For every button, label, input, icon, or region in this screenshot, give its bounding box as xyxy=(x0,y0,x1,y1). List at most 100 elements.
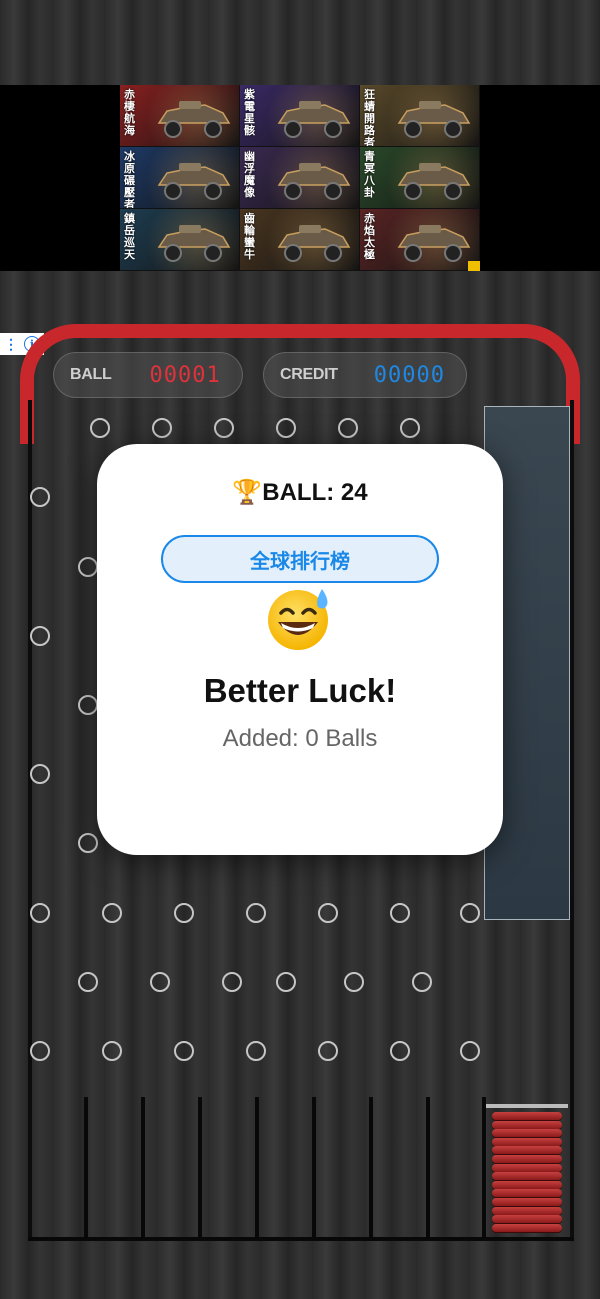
peg xyxy=(338,418,358,438)
peg xyxy=(150,972,170,992)
board-right-wall xyxy=(570,400,574,1240)
ad-badge xyxy=(468,261,480,271)
ball-counter-value: 00001 xyxy=(149,362,221,388)
peg xyxy=(30,1041,50,1061)
peg xyxy=(78,557,98,577)
peg xyxy=(152,418,172,438)
ad-tile-label: 青冥八卦 xyxy=(364,150,375,199)
kebab-menu-icon[interactable]: ⋮ xyxy=(4,337,18,351)
bin-divider xyxy=(369,1097,373,1237)
peg xyxy=(174,1041,194,1061)
ad-tile[interactable]: 幽浮魔像 xyxy=(240,147,360,209)
spring-coil xyxy=(492,1172,562,1181)
plunger-cap xyxy=(486,1104,568,1108)
ad-banner[interactable]: 赤棲航海 紫電星骸 狂蜻開路者冰原碾壓者 幽浮魔像 青冥八卦鎮岳巡天 齒輪蠻牛 赤焰太極 ⋮… xyxy=(0,85,600,355)
peg xyxy=(390,1041,410,1061)
spring-coil xyxy=(492,1137,562,1146)
ad-tile-label: 赤焰太極 xyxy=(364,212,375,261)
plunger-spring[interactable] xyxy=(486,1104,568,1234)
spring-coil xyxy=(492,1180,562,1189)
vehicle-image xyxy=(157,163,231,200)
peg xyxy=(102,903,122,923)
spring-coil xyxy=(492,1155,562,1163)
ad-tile-label: 冰原碾壓者 xyxy=(124,150,135,209)
ad-tile[interactable]: 赤棲航海 xyxy=(120,85,240,147)
spring-coil xyxy=(492,1215,562,1224)
peg xyxy=(78,695,98,715)
ball-score: BALL: 24 xyxy=(262,479,368,506)
ad-tile[interactable]: 鎮岳巡天 xyxy=(120,209,240,271)
credit-counter-value: 00000 xyxy=(373,362,445,388)
peg xyxy=(102,1041,122,1061)
ad-tile[interactable]: 冰原碾壓者 xyxy=(120,147,240,209)
vehicle-image xyxy=(397,101,471,138)
ad-grid[interactable]: 赤棲航海 紫電星骸 狂蜻開路者冰原碾壓者 幽浮魔像 青冥八卦鎮岳巡天 齒輪蠻牛 赤焰太極 xyxy=(120,85,480,271)
board-floor xyxy=(28,1237,574,1241)
vehicle-image xyxy=(157,101,231,138)
peg xyxy=(344,972,364,992)
result-subtitle: Added: 0 Balls xyxy=(222,725,378,752)
peg xyxy=(30,903,50,923)
ball-counter: BALL 00001 xyxy=(53,352,243,398)
vehicle-image xyxy=(277,225,351,262)
peg xyxy=(400,418,420,438)
spring-coil xyxy=(492,1120,562,1129)
ad-tile-label: 狂蜻開路者 xyxy=(364,88,375,147)
peg xyxy=(276,972,296,992)
credit-counter: CREDIT 00000 xyxy=(263,352,467,398)
ad-tile-label: 赤棲航海 xyxy=(124,88,135,137)
board-left-wall xyxy=(28,400,32,1240)
peg xyxy=(214,418,234,438)
ad-tile[interactable]: 狂蜻開路者 xyxy=(360,85,480,147)
vehicle-image xyxy=(397,225,471,262)
vehicle-image xyxy=(277,163,351,200)
dialog-header: 🏆BALL: 24 xyxy=(97,478,503,507)
vehicle-image xyxy=(397,163,471,200)
bin-divider xyxy=(255,1097,259,1237)
ad-tile[interactable]: 青冥八卦 xyxy=(360,147,480,209)
peg xyxy=(318,903,338,923)
ball-counter-label: BALL xyxy=(70,366,112,383)
vehicle-image xyxy=(277,101,351,138)
spring-coil xyxy=(492,1146,562,1155)
peg xyxy=(246,1041,266,1061)
spring-coil xyxy=(492,1223,562,1232)
ad-tile[interactable]: 齒輪蠻牛 xyxy=(240,209,360,271)
bin-divider xyxy=(426,1097,430,1237)
bin-divider xyxy=(312,1097,316,1237)
bin-divider xyxy=(141,1097,145,1237)
bin-divider xyxy=(84,1097,88,1237)
ad-tile-label: 鎮岳巡天 xyxy=(124,212,135,261)
spring-coil xyxy=(492,1198,562,1206)
spring-coil xyxy=(492,1163,562,1172)
peg xyxy=(390,903,410,923)
credit-counter-label: CREDIT xyxy=(280,366,338,383)
ad-tile[interactable]: 赤焰太極 xyxy=(360,209,480,271)
top-band xyxy=(0,0,600,85)
ad-tile-label: 齒輪蠻牛 xyxy=(244,212,255,261)
global-leaderboard-button[interactable]: 全球排行榜 xyxy=(161,535,439,583)
grinning-sweat-emoji-icon xyxy=(268,589,328,650)
ad-tile-label: 幽浮魔像 xyxy=(244,150,255,199)
peg xyxy=(222,972,242,992)
peg xyxy=(460,1041,480,1061)
peg xyxy=(30,487,50,507)
peg xyxy=(30,626,50,646)
spring-coil xyxy=(492,1112,562,1120)
peg xyxy=(78,833,98,853)
ad-tile-label: 紫電星骸 xyxy=(244,88,255,137)
vehicle-image xyxy=(157,225,231,262)
peg xyxy=(412,972,432,992)
ad-tile[interactable]: 紫電星骸 xyxy=(240,85,360,147)
peg xyxy=(318,1041,338,1061)
peg xyxy=(78,972,98,992)
peg xyxy=(30,764,50,784)
spring-coil xyxy=(492,1129,562,1138)
spring-coil xyxy=(492,1206,562,1215)
peg xyxy=(90,418,110,438)
result-title: Better Luck! xyxy=(203,672,397,709)
spring-coil xyxy=(492,1189,562,1198)
peg xyxy=(276,418,296,438)
peg xyxy=(460,903,480,923)
bin-divider xyxy=(198,1097,202,1237)
